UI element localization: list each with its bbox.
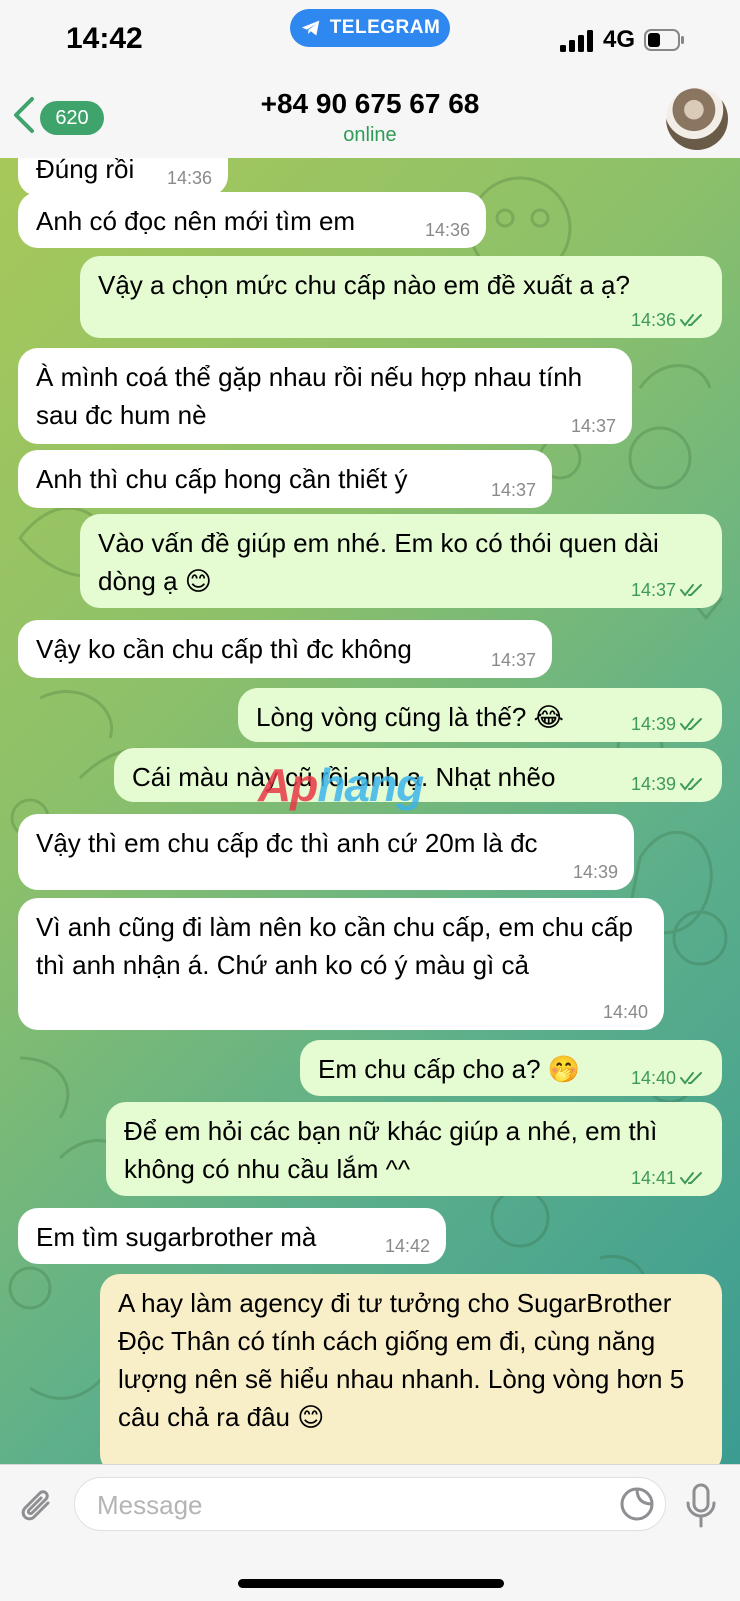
message-bubble-outgoing[interactable]: Vậy a chọn mức chu cấp nào em đề xuất a … — [80, 256, 722, 338]
message-text: Em chu cấp cho a? 🤭 — [318, 1054, 581, 1084]
message-text: À mình coá thể gặp nhau rồi nếu hợp nhau… — [36, 362, 583, 430]
message-text: Vậy thì em chu cấp đc thì anh cứ 20m là … — [36, 828, 538, 858]
message-meta: 14:36 — [631, 310, 704, 330]
contact-status: online — [343, 124, 397, 146]
message-text: A hay làm agency đi tư tưởng cho SugarBr… — [118, 1288, 685, 1432]
message-meta: 14:40 — [631, 1068, 704, 1088]
read-check-icon — [680, 778, 702, 791]
message-time: 14:36 — [630, 310, 676, 330]
message-time: 14:37 — [490, 480, 536, 500]
read-check-icon — [680, 1072, 702, 1085]
chat-header: 620 +84 90 675 67 68 online — [0, 76, 740, 159]
message-bubble-incoming[interactable]: Vậy ko cần chu cấp thì đc không 14:37 — [18, 620, 552, 678]
clock: 14:42 — [66, 22, 143, 55]
home-indicator[interactable] — [238, 1579, 504, 1588]
message-text: Vào vấn đề giúp em nhé. Em ko có thói qu… — [98, 528, 659, 596]
telegram-icon — [301, 20, 319, 36]
message-text: Cái màu này cũ rồi anh ạ. Nhạt nhẽo — [132, 762, 556, 792]
message-input[interactable]: Message — [74, 1477, 666, 1531]
message-bubble-incoming[interactable]: À mình coá thể gặp nhau rồi nếu hợp nhau… — [18, 348, 632, 444]
status-bar: 14:42 TELEGRAM 4G — [0, 0, 740, 76]
message-bubble-outgoing[interactable]: Lòng vòng cũng là thế? 😂 14:39 — [238, 688, 722, 742]
read-check-icon — [680, 1172, 702, 1185]
message-text: Anh có đọc nên mới tìm em — [36, 206, 356, 236]
message-text: Vậy ko cần chu cấp thì đc không — [36, 634, 412, 664]
message-bubble-outgoing[interactable]: Em chu cấp cho a? 🤭 14:40 — [300, 1040, 722, 1096]
telegram-pill[interactable]: TELEGRAM — [290, 9, 450, 47]
avatar[interactable] — [666, 88, 728, 150]
message-meta: 14:39 — [631, 774, 704, 794]
message-time: 14:37 — [490, 650, 536, 670]
message-bubble-incoming[interactable]: Vậy thì em chu cấp đc thì anh cứ 20m là … — [18, 814, 634, 890]
attach-icon[interactable] — [18, 1485, 56, 1529]
message-text: Vậy a chọn mức chu cấp nào em đề xuất a … — [98, 270, 630, 300]
message-meta: 14:39 — [631, 714, 704, 734]
message-text: Em tìm sugarbrother mà — [36, 1222, 317, 1252]
read-check-icon — [680, 314, 702, 327]
message-bubble-outgoing[interactable]: Cái màu này cũ rồi anh ạ. Nhạt nhẽo 14:3… — [114, 748, 722, 802]
message-placeholder: Message — [97, 1490, 203, 1520]
signal-icon — [560, 30, 593, 52]
message-text: Để em hỏi các bạn nữ khác giúp a nhé, em… — [124, 1116, 658, 1184]
read-check-icon — [680, 718, 702, 731]
chat-area[interactable]: Đúng rồi 14:36 Anh có đọc nên mới tìm em… — [0, 158, 740, 1464]
sticker-icon[interactable] — [619, 1486, 655, 1522]
message-meta: 14:37 — [631, 580, 704, 600]
message-time: 14:40 — [630, 1068, 676, 1088]
message-bubble-incoming[interactable]: Anh có đọc nên mới tìm em 14:36 — [18, 192, 486, 248]
network-type: 4G — [603, 26, 636, 53]
message-time: 14:36 — [424, 220, 470, 240]
message-text: Anh thì chu cấp hong cần thiết ý — [36, 464, 408, 494]
message-text: Vì anh cũng đi làm nên ko cần chu cấp, e… — [36, 912, 633, 980]
message-time: 14:39 — [630, 774, 676, 794]
message-time: 14:40 — [602, 1002, 648, 1022]
message-bubble-outgoing[interactable]: Vào vấn đề giúp em nhé. Em ko có thói qu… — [80, 514, 722, 608]
message-bubble-incoming[interactable]: Vì anh cũng đi làm nên ko cần chu cấp, e… — [18, 898, 664, 1030]
message-bubble-outgoing[interactable]: Để em hỏi các bạn nữ khác giúp a nhé, em… — [106, 1102, 722, 1196]
message-text: Đúng rồi — [36, 158, 135, 184]
message-time: 14:37 — [570, 416, 616, 436]
message-time: 14:36 — [166, 168, 212, 188]
message-time: 14:42 — [384, 1236, 430, 1256]
message-time: 14:39 — [630, 714, 676, 734]
message-time: 14:37 — [630, 580, 676, 600]
microphone-icon[interactable] — [684, 1483, 718, 1529]
message-bubble-incoming[interactable]: Đúng rồi 14:36 — [18, 158, 228, 196]
message-input-bar: Message — [0, 1464, 740, 1601]
message-text: Lòng vòng cũng là thế? 😂 — [256, 702, 564, 732]
battery-icon — [644, 29, 684, 51]
message-meta: 14:41 — [631, 1168, 704, 1188]
contact-name[interactable]: +84 90 675 67 68 — [0, 88, 740, 120]
message-bubble-incoming[interactable]: Em tìm sugarbrother mà 14:42 — [18, 1208, 446, 1264]
message-time: 14:41 — [630, 1168, 676, 1188]
message-bubble-incoming[interactable]: Anh thì chu cấp hong cần thiết ý 14:37 — [18, 450, 552, 508]
telegram-pill-label: TELEGRAM — [329, 17, 441, 38]
read-check-icon — [680, 584, 702, 597]
message-time: 14:39 — [572, 862, 618, 882]
message-bubble-draft[interactable]: A hay làm agency đi tư tưởng cho SugarBr… — [100, 1274, 722, 1464]
